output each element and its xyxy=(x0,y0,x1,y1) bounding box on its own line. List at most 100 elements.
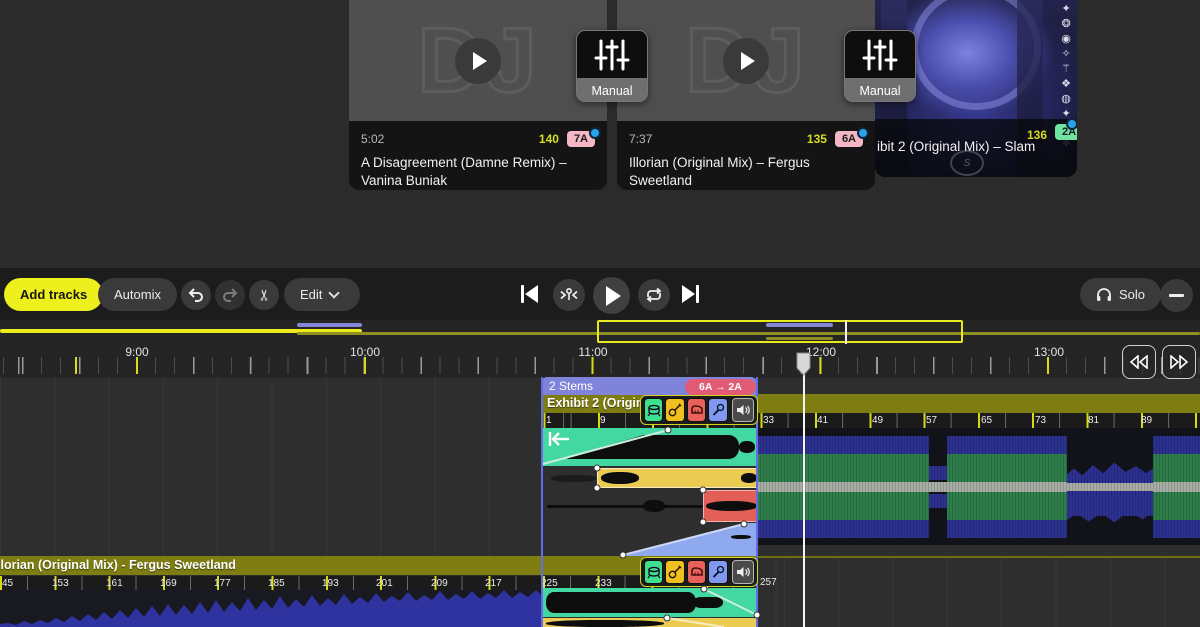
guitar-icon xyxy=(668,403,682,417)
beat-label: 185 xyxy=(268,578,285,589)
track-card-illorian[interactable]: DJ 7:37 135 6A Illorian (Original Mix) –… xyxy=(617,0,875,190)
waveform-exhibit[interactable] xyxy=(757,428,1200,545)
overview-transition-1 xyxy=(297,323,362,327)
fade-node[interactable] xyxy=(754,612,761,619)
fade-node[interactable] xyxy=(700,519,707,526)
drums-stem-button[interactable] xyxy=(644,398,663,422)
beat-label: 225 xyxy=(541,578,558,589)
bass-stem-button[interactable] xyxy=(665,560,684,584)
stem-lane-melody[interactable] xyxy=(543,490,757,522)
fade-node[interactable] xyxy=(701,586,708,593)
stem-lane-bass-illorian[interactable] xyxy=(543,618,757,627)
overview-playhead[interactable] xyxy=(845,320,847,344)
split-button[interactable]: ✂ xyxy=(249,280,279,310)
play-icon xyxy=(606,286,621,306)
beat-label: 193 xyxy=(322,578,339,589)
play-button[interactable] xyxy=(593,277,630,314)
mix-overview[interactable] xyxy=(0,320,1200,344)
beat-label-end: 257 xyxy=(760,577,777,588)
playhead-handle[interactable] xyxy=(796,352,811,381)
timeline-ruler[interactable]: 9:00 10:00 11:00 12:00 13:00 xyxy=(0,344,1200,378)
track-edge-line xyxy=(757,556,1200,558)
play-preview-button[interactable] xyxy=(723,38,769,84)
beat-label: 201 xyxy=(376,578,393,589)
melody-stem-button[interactable] xyxy=(687,398,706,422)
toolbar: Add tracks Automix ✂ Edit xyxy=(0,268,1200,320)
lock-icon[interactable] xyxy=(857,127,869,139)
microphone-icon xyxy=(711,403,725,417)
mute-stem-button[interactable] xyxy=(732,560,754,584)
transition-button-1[interactable]: Manual xyxy=(576,30,648,102)
speaker-icon xyxy=(736,566,750,578)
track-title: llorian (Original Mix) - Fergus Sweetlan… xyxy=(0,558,236,572)
loop-icon xyxy=(645,287,663,303)
key-change-badge[interactable]: 6A → 2A xyxy=(685,379,756,395)
fast-forward-icon xyxy=(1169,355,1189,369)
waveform-illorian[interactable] xyxy=(0,590,541,627)
skip-to-end-button[interactable] xyxy=(682,285,699,303)
dj-studio-app: ✦❂◉✧⚚❖◍✦♆✧ 136 2A ibit 2 (Original Mix) … xyxy=(0,0,1200,627)
track-title: Illorian (Original Mix) – Fergus Sweetla… xyxy=(629,154,863,190)
beat-label: 89 xyxy=(1141,415,1152,426)
edit-label: Edit xyxy=(300,287,322,302)
solo-button[interactable]: Solo xyxy=(1080,278,1161,311)
piano-icon xyxy=(690,565,704,579)
vocal-stem-button[interactable] xyxy=(708,560,727,584)
duration: 5:02 xyxy=(361,132,384,146)
melody-stem-button[interactable] xyxy=(687,560,706,584)
ruler-ticks xyxy=(0,357,1200,374)
scissors-icon: ✂ xyxy=(255,289,273,302)
beat-label: 217 xyxy=(485,578,502,589)
beat-label: 169 xyxy=(160,578,177,589)
automix-button[interactable]: Automix xyxy=(98,278,177,311)
skip-to-start-button[interactable] xyxy=(521,285,538,303)
time-label: 13:00 xyxy=(1034,345,1064,359)
fade-node[interactable] xyxy=(741,521,748,528)
redo-button[interactable] xyxy=(215,280,245,310)
beat-label: 1 xyxy=(546,415,552,426)
fade-node[interactable] xyxy=(620,552,627,559)
play-preview-button[interactable] xyxy=(455,38,501,84)
faders-icon xyxy=(577,31,647,78)
skip-intro-icon[interactable] xyxy=(547,431,571,447)
stems-block-label: 2 Stems xyxy=(549,379,593,393)
mute-stem-button[interactable] xyxy=(732,398,754,422)
fast-forward-button[interactable] xyxy=(1162,345,1196,379)
undo-button[interactable] xyxy=(181,280,211,310)
timeline-canvas[interactable]: 1 9 33 41 49 57 65 73 81 89 xyxy=(0,378,1200,627)
stem-lane-drums[interactable] xyxy=(543,428,757,466)
stem-lane-drums-illorian[interactable] xyxy=(543,588,757,617)
label-logo-icon: S xyxy=(950,150,984,176)
fade-node[interactable] xyxy=(664,615,671,622)
beat-label: 57 xyxy=(926,415,937,426)
jump-to-playhead-button[interactable] xyxy=(553,279,585,311)
edit-menu-button[interactable]: Edit xyxy=(284,278,360,311)
lock-icon[interactable] xyxy=(1066,118,1077,130)
drum-icon xyxy=(647,403,661,417)
zoom-out-button[interactable] xyxy=(1160,279,1193,312)
bass-stem-button[interactable] xyxy=(665,398,684,422)
fade-node[interactable] xyxy=(700,487,707,494)
playhead-line[interactable] xyxy=(803,374,805,627)
fade-node[interactable] xyxy=(665,427,672,434)
transition-button-2[interactable]: Manual xyxy=(844,30,916,102)
guitar-icon xyxy=(668,565,682,579)
fade-node[interactable] xyxy=(594,465,601,472)
rewind-button[interactable] xyxy=(1122,345,1156,379)
track-card-a-disagreement[interactable]: DJ 5:02 140 7A A Disagreement (Damne Rem… xyxy=(349,0,607,190)
add-tracks-button[interactable]: Add tracks xyxy=(4,278,103,311)
beat-label: 177 xyxy=(214,578,231,589)
stem-lane-vocal[interactable] xyxy=(543,523,757,556)
speaker-icon xyxy=(736,404,750,416)
chevron-down-icon xyxy=(329,287,340,298)
track-titlebar-exhibit[interactable] xyxy=(757,394,1200,413)
lock-icon[interactable] xyxy=(589,127,601,139)
vocal-stem-button[interactable] xyxy=(708,398,727,422)
stem-lane-bass[interactable] xyxy=(543,468,757,488)
fade-node[interactable] xyxy=(594,485,601,492)
loop-button[interactable] xyxy=(638,279,670,311)
beat-label: 45 xyxy=(2,578,13,589)
beat-label: 81 xyxy=(1088,415,1099,426)
drums-stem-button[interactable] xyxy=(644,560,663,584)
overview-viewport[interactable] xyxy=(597,320,963,343)
